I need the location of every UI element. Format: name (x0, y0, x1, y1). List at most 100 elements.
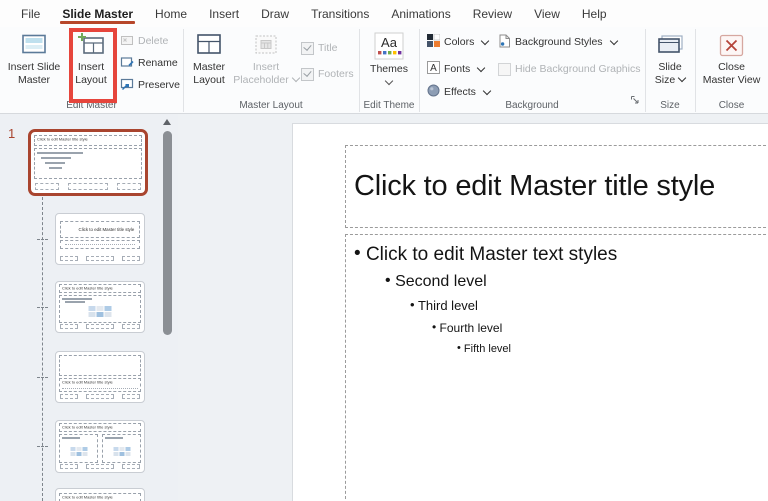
group-size: Slide Size Size (645, 29, 696, 112)
body-level-3: • Third level (354, 297, 768, 313)
preserve-label: Preserve (138, 79, 181, 91)
body-level-5: • Fifth level (354, 342, 768, 355)
hide-background-graphics-label: Hide Background Graphics (515, 63, 641, 75)
master-layout-label-1: Master (192, 61, 226, 73)
body-level-4-text: Fourth level (439, 321, 503, 335)
scrollbar-up-arrow[interactable] (163, 119, 171, 125)
body-level-3-text: Third level (417, 298, 478, 313)
tab-draw[interactable]: Draw (250, 0, 300, 27)
insert-placeholder-label-1: Insert (252, 61, 280, 73)
hide-background-graphics-checkbox: Hide Background Graphics (498, 61, 640, 77)
tab-draw-label: Draw (261, 6, 290, 21)
footers-checkbox: Footers (301, 67, 354, 81)
effects-button[interactable]: Effects (427, 84, 492, 100)
group-label-size: Size (660, 100, 680, 111)
body-level-5-text: Fifth level (463, 343, 511, 355)
tab-file[interactable]: File (10, 0, 51, 27)
thumbnail-title-and-content-layout[interactable]: Click to edit Master title style (55, 281, 145, 333)
thumbnail-section-header-layout[interactable]: Click to edit Master title style (55, 351, 145, 403)
chevron-down-icon (291, 73, 300, 83)
thumbnail-slide-master[interactable]: Click to edit Master title style (28, 129, 148, 196)
group-master-layout: Master Layout Insert Placeholder Title Foo… (183, 29, 360, 112)
fonts-button[interactable]: A Fonts (427, 61, 486, 77)
group-label-master-layout: Master Layout (239, 100, 303, 111)
body-placeholder[interactable]: • Click to edit Master text styles • Sec… (345, 234, 768, 501)
chevron-down-icon (482, 86, 492, 96)
body-level-2: • Second level (354, 272, 768, 291)
slide-size-label-1: Slide (658, 61, 682, 73)
slide-size-label-2: Size (654, 74, 676, 87)
close-master-view-label-1: Close (718, 61, 745, 73)
thumbnail-layout-partial[interactable]: Click to edit Master title style (55, 488, 145, 501)
thumbnail-title-text: Click to edit Master title style (62, 285, 113, 291)
tab-view-label: View (534, 6, 560, 21)
thumbnail-two-content-layout[interactable]: Click to edit Master title style (55, 420, 145, 473)
tab-slide-master[interactable]: Slide Master (51, 0, 144, 27)
title-checkbox-label: Title (318, 42, 338, 54)
tab-help[interactable]: Help (571, 0, 618, 27)
tab-home[interactable]: Home (144, 0, 198, 27)
bullet-icon: • (354, 243, 361, 264)
preserve-icon (120, 78, 134, 93)
insert-slide-master-label-1: Insert Slide (7, 61, 61, 73)
body-level-4: • Fourth level (354, 320, 768, 335)
tab-transitions[interactable]: Transitions (300, 0, 380, 27)
master-layout-button[interactable]: Master Layout (185, 29, 233, 87)
body-level-1: • Click to edit Master text styles (354, 243, 768, 266)
delete-button: Delete (120, 33, 168, 49)
svg-text:Aa: Aa (381, 35, 398, 50)
thumbnail-title-text: Click to edit Master title style (62, 424, 113, 430)
thumbnail-title-slide-layout[interactable]: Click to edit Master title style (55, 213, 145, 265)
chevron-down-icon (677, 73, 687, 83)
insert-placeholder-label-2: Placeholder (233, 74, 289, 87)
bullet-icon: • (385, 272, 391, 289)
tab-animations-label: Animations (391, 6, 451, 21)
insert-placeholder-button: Insert Placeholder (233, 29, 300, 87)
rename-label: Rename (138, 57, 178, 69)
preserve-button[interactable]: Preserve (120, 77, 180, 93)
footers-checkbox-label: Footers (318, 68, 354, 80)
connector-stub (37, 307, 48, 308)
tab-insert[interactable]: Insert (198, 0, 250, 27)
bullet-icon: • (410, 297, 415, 312)
tab-insert-label: Insert (209, 6, 240, 21)
tab-view[interactable]: View (523, 0, 571, 27)
group-label-close: Close (718, 100, 745, 111)
insert-slide-master-button[interactable]: Insert Slide Master (4, 29, 64, 87)
slide-size-button[interactable]: Slide Size (648, 29, 692, 87)
title-placeholder[interactable]: Click to edit Master title style (345, 145, 768, 228)
slide-editor: Click to edit Master title style • Click… (178, 114, 768, 501)
scrollbar-thumb[interactable] (163, 131, 172, 335)
colors-icon (427, 33, 441, 50)
title-checkbox: Title (301, 41, 337, 55)
group-label-background: Background (505, 100, 559, 111)
connector-stub (37, 446, 48, 447)
themes-icon: Aa (374, 29, 404, 63)
group-edit-theme: Aa Themes Edit Theme (359, 29, 420, 112)
background-styles-button[interactable]: Background Styles (498, 34, 618, 51)
thumbnail-title-text: Click to edit Master title style (37, 137, 88, 142)
rename-icon (120, 56, 134, 71)
chevron-down-icon (477, 63, 486, 73)
thumbnail-title-text: Click to edit Master title style (62, 494, 113, 500)
fonts-icon: A (427, 61, 440, 77)
themes-button[interactable]: Aa Themes (364, 29, 414, 86)
tab-review[interactable]: Review (462, 0, 523, 27)
background-styles-icon (498, 34, 511, 51)
rename-button[interactable]: Rename (120, 55, 178, 71)
content-placeholder-icons (70, 447, 87, 456)
chevron-down-icon (384, 76, 394, 86)
connector-stub (37, 377, 48, 378)
hide-background-graphics-box (498, 62, 511, 76)
tab-animations[interactable]: Animations (380, 0, 461, 27)
chevron-down-icon (481, 36, 490, 46)
bullet-icon: • (432, 320, 437, 334)
footers-checkbox-box (301, 67, 314, 81)
content-placeholder-icons (88, 306, 112, 317)
delete-icon (120, 34, 134, 49)
close-master-view-button[interactable]: Close Master View (700, 29, 763, 87)
colors-button[interactable]: Colors (427, 33, 490, 50)
slide-canvas: Click to edit Master title style • Click… (292, 123, 768, 501)
tab-file-label: File (21, 6, 41, 21)
body-level-1-text: Click to edit Master text styles (365, 244, 618, 265)
